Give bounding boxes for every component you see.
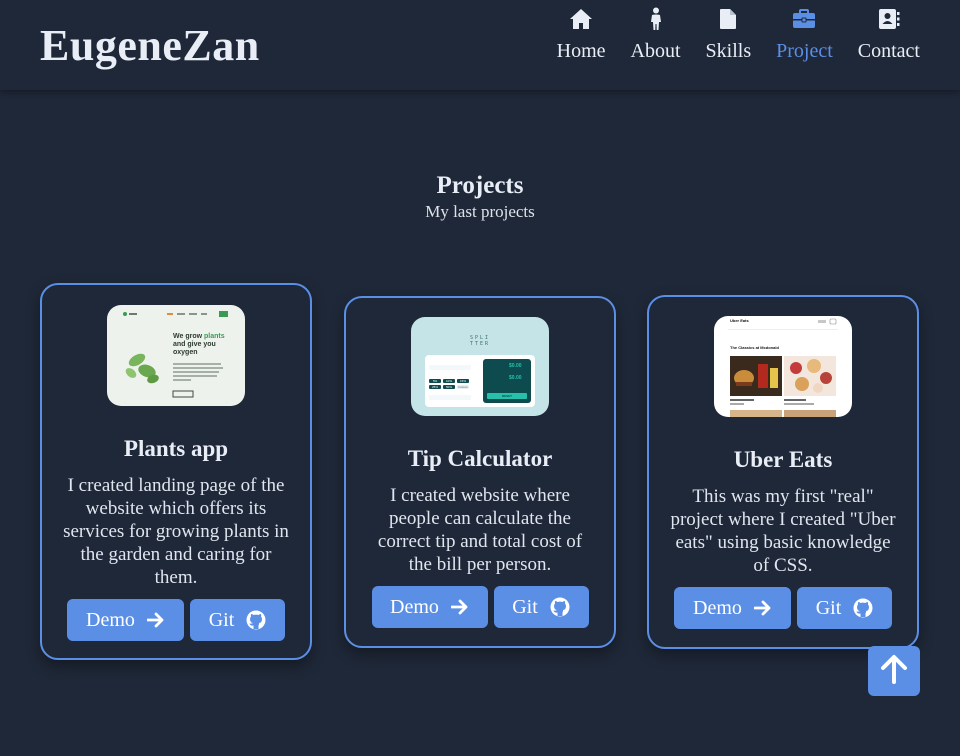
scroll-to-top-button[interactable]	[868, 646, 920, 696]
thumb-tip-opt-10: 10%	[445, 379, 452, 383]
project-title: Tip Calculator	[407, 446, 553, 471]
demo-button[interactable]: Demo	[674, 587, 791, 629]
project-actions: Demo Git	[67, 599, 285, 641]
git-button-label: Git	[512, 595, 538, 618]
project-description: I created landing page of the website wh…	[63, 475, 289, 588]
thumb-tip-amount-2: $0.00	[509, 375, 522, 381]
thumb-plants-heading-a: We grow	[173, 333, 204, 340]
thumb-tip-opt-50: 50%	[445, 385, 452, 389]
demo-button-label: Demo	[86, 608, 135, 631]
project-actions: Demo Git	[371, 586, 589, 628]
nav-label-project: Project	[776, 40, 833, 62]
arrow-right-icon	[753, 600, 772, 616]
thumb-tip-amount-1: $0.00	[509, 363, 522, 369]
project-title: Plants app	[123, 436, 229, 461]
thumb-tip-opt-5: 5%	[432, 379, 438, 383]
site-logo[interactable]: EugeneZan	[40, 20, 260, 71]
project-actions: Demo Git	[674, 587, 892, 629]
project-card-tip-calculator: SPLI TTER 5% 10% 15% 25% 50% Custom $0.0…	[344, 296, 616, 648]
thumb-tip-opt-custom: Custom	[457, 385, 469, 389]
git-button-label: Git	[815, 596, 842, 619]
git-button-label: Git	[208, 608, 235, 631]
home-icon	[568, 6, 594, 32]
nav-label-home: Home	[556, 40, 606, 62]
thumb-plants-heading-c: oxygen	[173, 349, 198, 356]
arrow-right-icon	[146, 612, 165, 628]
project-thumbnail-tip-calculator[interactable]: SPLI TTER 5% 10% 15% 25% 50% Custom $0.0…	[411, 317, 549, 416]
thumb-uber-brand: Uber Eats	[730, 318, 749, 323]
git-button[interactable]: Git	[190, 599, 285, 641]
arrow-up-icon	[880, 654, 908, 689]
nav-item-skills[interactable]: Skills	[705, 6, 752, 63]
main-nav: Home About Skills Project Contact	[557, 6, 920, 63]
thumb-plants-heading-b: and give you	[173, 341, 216, 348]
thumb-uber-heading: The Classics at Mcdonald	[730, 345, 779, 350]
file-icon	[715, 6, 741, 32]
nav-label-skills: Skills	[705, 40, 752, 62]
project-title: Uber Eats	[733, 447, 833, 472]
section-title: Projects	[436, 172, 524, 199]
briefcase-icon	[791, 6, 817, 32]
project-thumbnail-plants[interactable]: We grow plants and give you oxygen	[107, 305, 245, 406]
project-description: This was my first "real" project where I…	[670, 486, 896, 576]
nav-item-contact[interactable]: Contact	[858, 6, 920, 63]
github-icon	[853, 598, 873, 618]
project-thumbnail-uber-eats[interactable]: Uber Eats The Classics at Mcdonald	[714, 316, 852, 417]
github-icon	[550, 597, 570, 617]
thumb-plants-heading-accent: plants	[203, 333, 225, 340]
demo-button-label: Demo	[693, 596, 742, 619]
nav-item-home[interactable]: Home	[557, 6, 606, 63]
project-card-uber-eats: Uber Eats The Classics at Mcdonald Uber …	[647, 295, 919, 649]
nav-item-about[interactable]: About	[631, 6, 681, 63]
thumb-plants-heading: We grow plants and give you oxygen	[173, 333, 225, 357]
site-header: EugeneZan Home About Skills Project Cont…	[0, 0, 960, 90]
person-icon	[643, 6, 669, 32]
nav-item-project[interactable]: Project	[776, 6, 833, 63]
project-card-plants: We grow plants and give you oxygen Plant…	[40, 283, 312, 660]
contact-book-icon	[876, 6, 902, 32]
thumb-tip-opt-15: 15%	[459, 379, 466, 383]
thumb-tip-reset: RESET	[501, 394, 512, 398]
git-button[interactable]: Git	[493, 586, 589, 628]
section-subtitle: My last projects	[425, 202, 535, 221]
nav-label-about: About	[630, 40, 681, 62]
thumb-tip-logo-b: TTER	[469, 341, 491, 347]
demo-button[interactable]: Demo	[67, 599, 184, 641]
thumb-tip-logo: SPLI TTER	[411, 335, 549, 347]
arrow-right-icon	[450, 599, 469, 615]
thumb-tip-opt-25: 25%	[431, 385, 438, 389]
demo-button-label: Demo	[390, 595, 439, 618]
project-description: I created website where people can calcu…	[377, 485, 583, 575]
git-button[interactable]: Git	[797, 587, 892, 629]
demo-button[interactable]: Demo	[371, 586, 488, 628]
github-icon	[246, 610, 266, 630]
nav-label-contact: Contact	[857, 40, 920, 62]
